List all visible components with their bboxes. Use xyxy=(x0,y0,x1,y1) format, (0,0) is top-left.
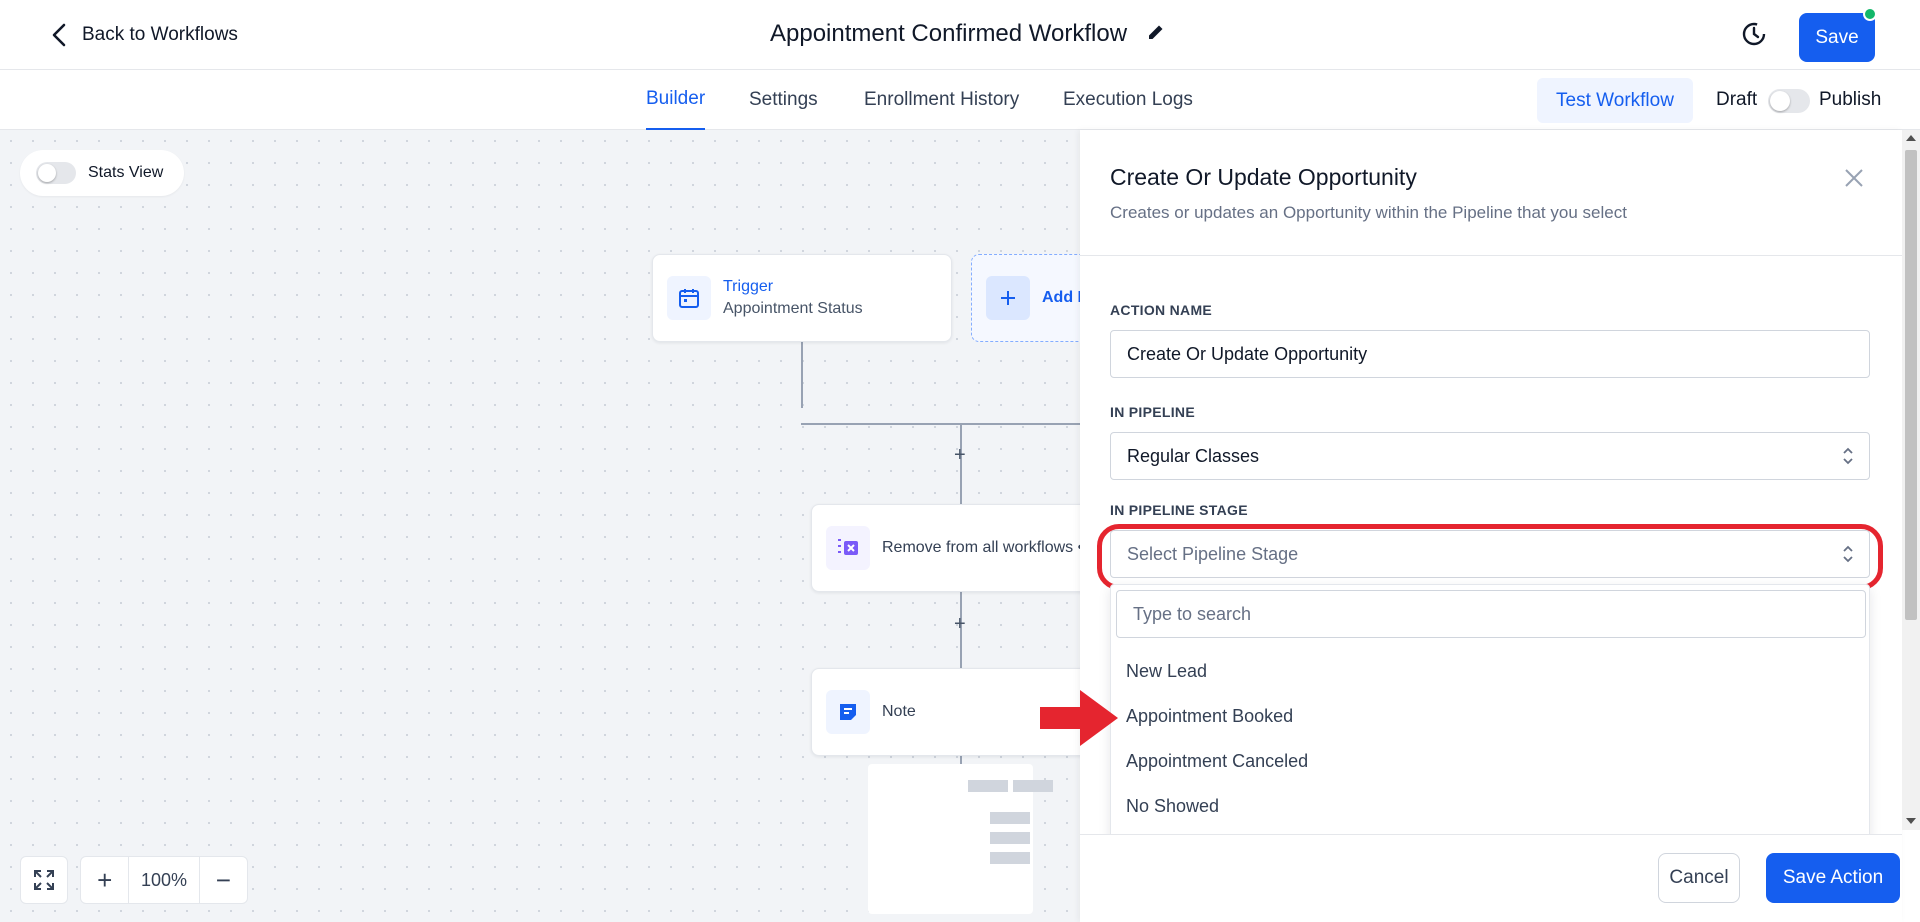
zoom-in-button[interactable]: + xyxy=(81,856,128,904)
back-label: Back to Workflows xyxy=(82,24,238,45)
draft-label: Draft xyxy=(1716,89,1758,110)
remove-node-label: Remove from all workflows • xyxy=(882,539,1080,556)
zoom-out-button[interactable]: − xyxy=(200,856,247,904)
connector-line xyxy=(801,342,803,408)
trigger-node[interactable]: Trigger Appointment Status xyxy=(652,254,952,342)
top-bar: Back to Workflows Appointment Confirmed … xyxy=(0,0,1920,70)
history-icon[interactable] xyxy=(1740,20,1768,48)
scrollbar-thumb[interactable] xyxy=(1905,150,1917,620)
stage-option-appointment-booked[interactable]: Appointment Booked xyxy=(1126,706,1293,727)
chevron-updown-icon xyxy=(1843,447,1853,465)
tab-builder[interactable]: Builder xyxy=(646,70,706,130)
add-step-icon[interactable]: + xyxy=(954,444,966,467)
workflow-canvas[interactable]: Stats View + + Trigger Appointment Statu… xyxy=(0,130,1080,922)
stats-switch[interactable] xyxy=(36,162,76,184)
cancel-button[interactable]: Cancel xyxy=(1658,853,1740,903)
add-step-icon[interactable]: + xyxy=(954,613,966,636)
action-name-label: ACTION NAME xyxy=(1110,302,1213,318)
pipeline-label: IN PIPELINE xyxy=(1110,404,1195,420)
connector-line xyxy=(801,423,961,425)
pipeline-stage-label: IN PIPELINE STAGE xyxy=(1110,502,1248,518)
connector-line xyxy=(960,423,1080,425)
stage-search-input[interactable]: Type to search xyxy=(1116,590,1866,638)
note-icon xyxy=(826,690,870,734)
trigger-title: Trigger xyxy=(723,278,774,295)
stage-option-no-showed[interactable]: No Showed xyxy=(1126,796,1219,817)
remove-from-workflows-node[interactable]: Remove from all workflows • xyxy=(811,504,1080,592)
publish-label: Publish xyxy=(1819,89,1882,110)
panel-header: Create Or Update Opportunity Creates or … xyxy=(1080,130,1902,256)
calendar-icon xyxy=(667,276,711,320)
trigger-subtitle: Appointment Status xyxy=(723,300,863,317)
stats-view-label: Stats View xyxy=(88,164,164,181)
add-new-trigger-node[interactable]: Add N xyxy=(971,254,1080,342)
note-node-label: Note xyxy=(882,703,916,720)
tab-enrollment-history[interactable]: Enrollment History xyxy=(864,70,1019,130)
add-new-trigger-label: Add N xyxy=(1042,289,1080,306)
save-action-button[interactable]: Save Action xyxy=(1766,853,1900,903)
panel-title: Create Or Update Opportunity xyxy=(1110,164,1417,190)
tab-settings[interactable]: Settings xyxy=(749,70,818,130)
fit-to-screen-button[interactable] xyxy=(20,856,68,904)
panel-scrollbar[interactable] xyxy=(1902,130,1920,830)
tabs-bar: Builder Settings Enrollment History Exec… xyxy=(0,70,1920,130)
stage-option-appointment-canceled[interactable]: Appointment Canceled xyxy=(1126,751,1308,772)
remove-workflow-icon xyxy=(826,526,870,570)
save-button[interactable]: Save xyxy=(1799,13,1875,62)
panel-footer: Cancel Save Action xyxy=(1080,834,1902,922)
action-panel: Create Or Update Opportunity Creates or … xyxy=(1080,130,1902,922)
chevron-left-icon xyxy=(52,23,66,47)
stage-option-new-lead[interactable]: New Lead xyxy=(1126,661,1207,682)
stats-view-toggle[interactable]: Stats View xyxy=(20,150,184,196)
highlight-annotation xyxy=(1097,524,1883,590)
pipeline-select-value: Regular Classes xyxy=(1127,445,1260,466)
back-to-workflows-link[interactable]: Back to Workflows xyxy=(48,22,238,48)
arrow-annotation-icon xyxy=(1040,690,1118,746)
zoom-controls: + 100% − xyxy=(80,856,248,904)
pencil-icon[interactable] xyxy=(1147,20,1165,48)
scroll-up-icon[interactable] xyxy=(1906,135,1916,141)
plus-icon xyxy=(986,276,1030,320)
node-placeholder xyxy=(868,764,1053,914)
workflow-title-text: Appointment Confirmed Workflow xyxy=(770,20,1128,47)
workflow-title: Appointment Confirmed Workflow xyxy=(770,20,1165,48)
panel-subtitle: Creates or updates an Opportunity within… xyxy=(1110,203,1627,222)
expand-icon xyxy=(34,870,54,890)
publish-toggle[interactable] xyxy=(1768,89,1810,113)
status-dot xyxy=(1863,7,1877,21)
zoom-level: 100% xyxy=(128,856,200,904)
action-name-input[interactable]: Create Or Update Opportunity xyxy=(1110,330,1870,378)
close-icon[interactable] xyxy=(1842,166,1866,190)
pipeline-select[interactable]: Regular Classes xyxy=(1110,432,1870,480)
test-workflow-button[interactable]: Test Workflow xyxy=(1537,78,1693,123)
tab-execution-logs[interactable]: Execution Logs xyxy=(1063,70,1193,130)
scroll-down-icon[interactable] xyxy=(1906,818,1916,824)
